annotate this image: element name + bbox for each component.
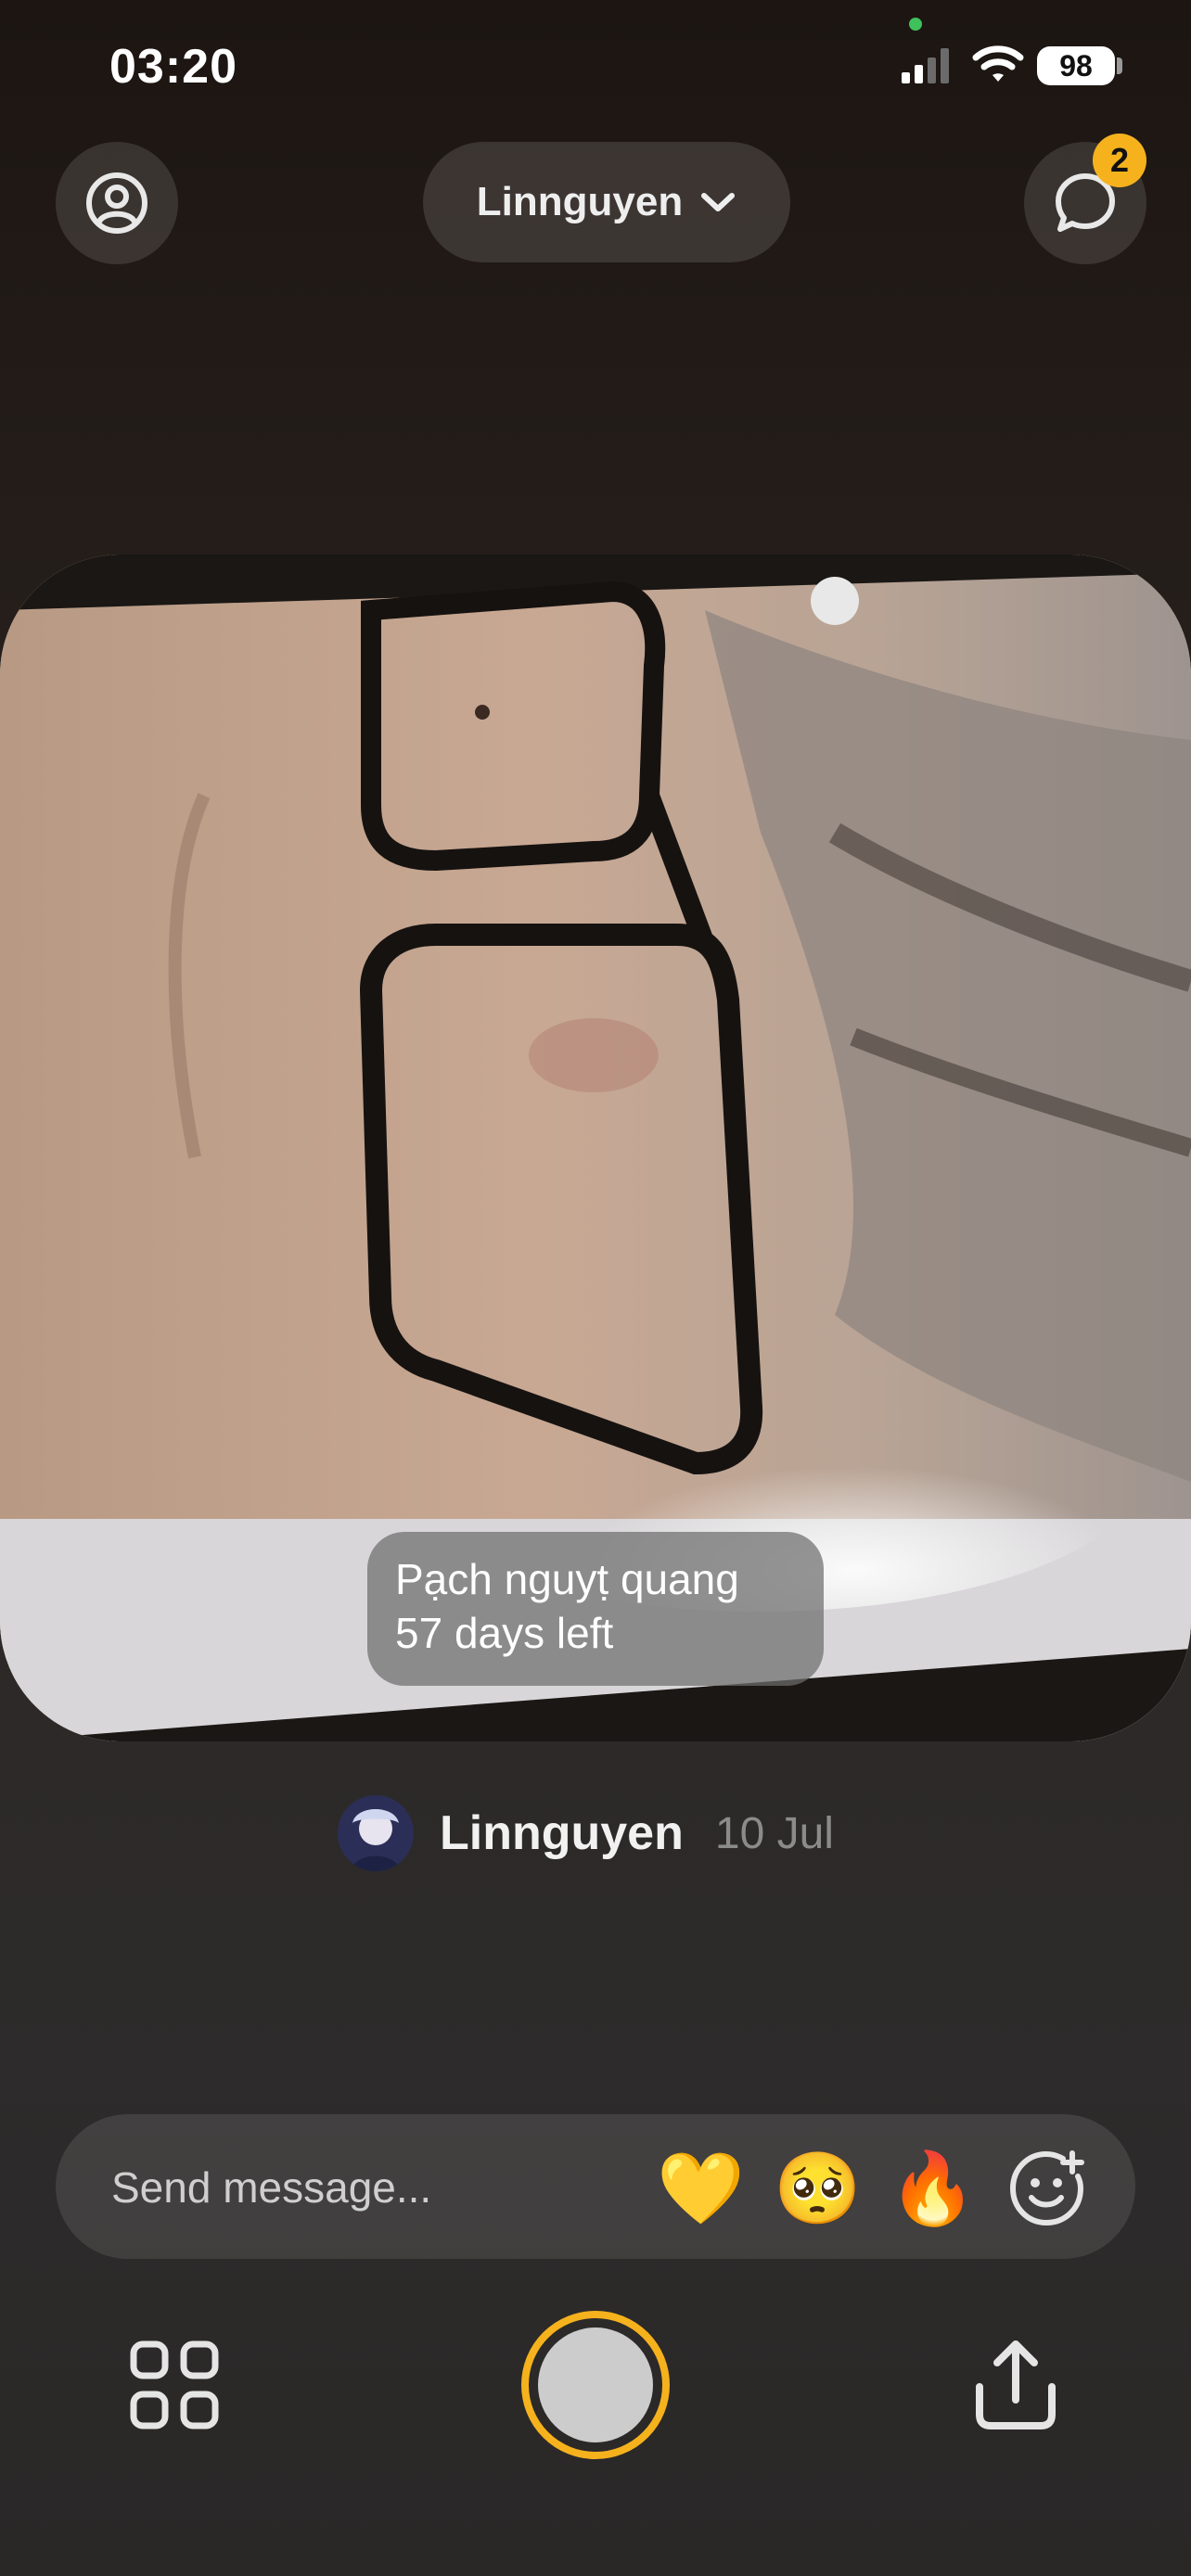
- add-emoji-icon[interactable]: [1005, 2148, 1089, 2231]
- avatar-image: [338, 1795, 414, 1871]
- avatar[interactable]: [338, 1795, 414, 1871]
- shutter-inner: [538, 2327, 653, 2442]
- battery-level: 98: [1037, 46, 1115, 85]
- message-bar: 💛 🥺 🔥: [56, 2114, 1135, 2259]
- caption-line-2: 57 days left: [395, 1609, 614, 1657]
- unread-badge: 2: [1093, 134, 1146, 187]
- person-circle-icon: [86, 172, 147, 234]
- post-caption: Pạch nguyṭ quang 57 days left: [367, 1532, 824, 1686]
- caption-line-1: Pạch nguyṭ quang: [395, 1555, 739, 1603]
- battery-cap: [1117, 57, 1122, 74]
- post-author-row[interactable]: Linnguyen 10 Jul: [338, 1793, 834, 1873]
- profile-button[interactable]: [56, 142, 178, 264]
- camera-shutter-button[interactable]: [521, 2311, 670, 2459]
- wifi-icon: [972, 45, 1024, 82]
- status-time: 03:20: [109, 40, 237, 94]
- message-input[interactable]: [109, 2157, 633, 2218]
- author-name[interactable]: Linnguyen: [440, 1805, 684, 1861]
- reaction-heart-button[interactable]: 💛: [657, 2148, 745, 2231]
- friend-selector-label: Linnguyen: [476, 179, 684, 224]
- reaction-pleading-button[interactable]: 🥺: [774, 2148, 862, 2231]
- grid-icon[interactable]: [126, 2337, 223, 2433]
- friend-selector-dropdown[interactable]: Linnguyen: [423, 142, 790, 262]
- reaction-fire-button[interactable]: 🔥: [889, 2148, 977, 2231]
- share-icon[interactable]: [965, 2335, 1067, 2437]
- chevron-down-icon: [701, 193, 736, 211]
- cellular-signal-icon: [902, 48, 949, 83]
- post-date: 10 Jul: [714, 1808, 834, 1858]
- mic-indicator-dot: [909, 18, 922, 31]
